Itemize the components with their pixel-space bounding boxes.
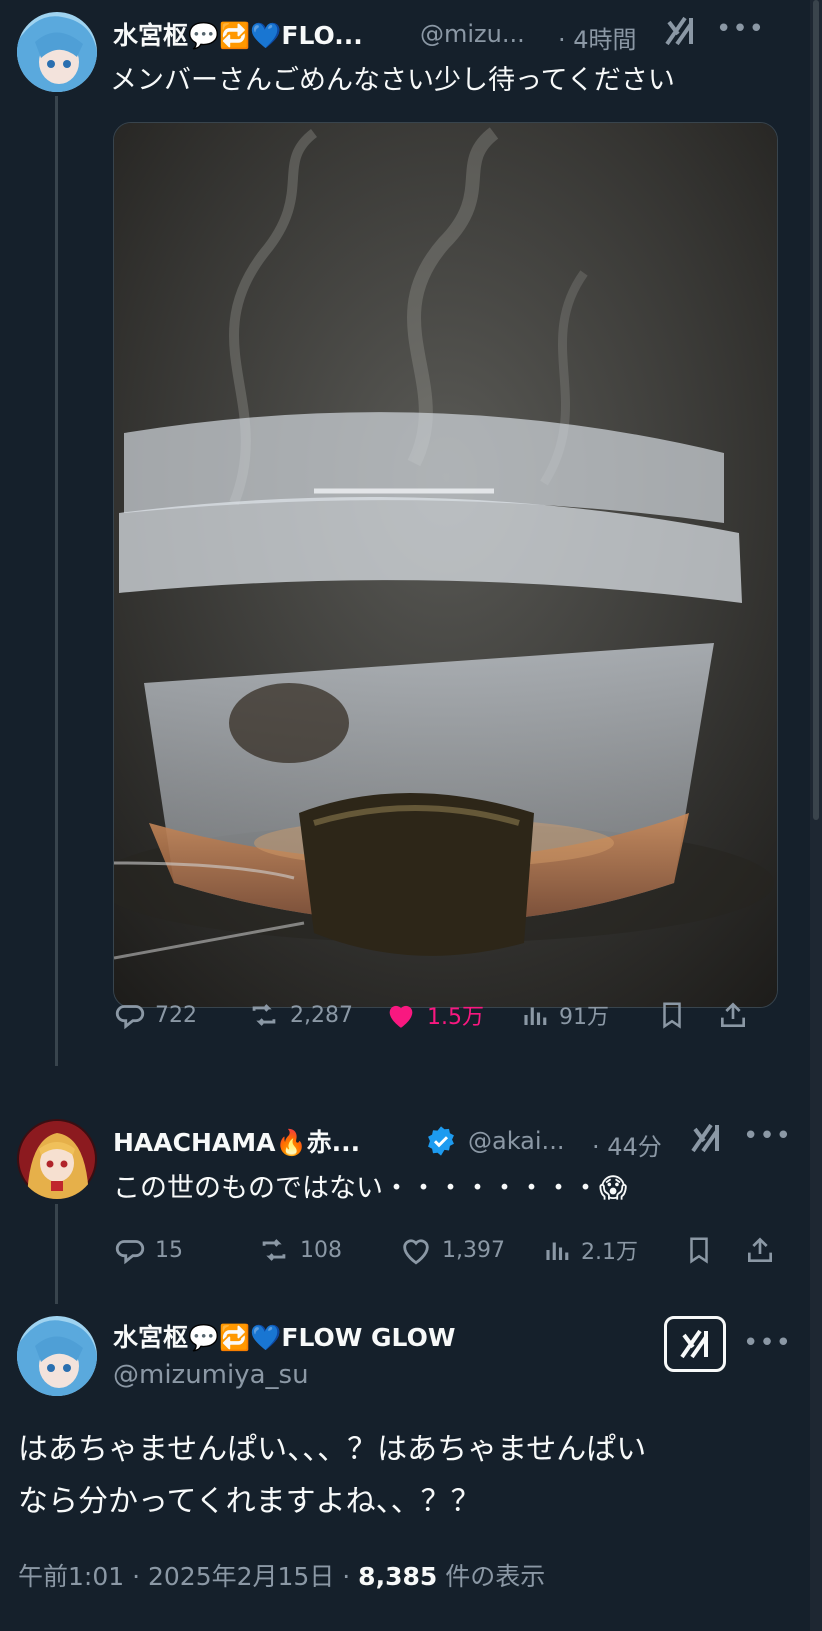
views-count: 2.1万 xyxy=(581,1240,638,1265)
tweet-actions: 15 108 1,397 2.1万 xyxy=(113,1228,778,1272)
avatar[interactable] xyxy=(17,12,97,92)
views-count: 91万 xyxy=(559,1005,609,1030)
repost-button[interactable]: 108 xyxy=(256,1228,342,1272)
repost-button[interactable]: 2,287 xyxy=(246,993,353,1037)
grok-button[interactable] xyxy=(664,1316,726,1372)
repost-icon xyxy=(252,1004,276,1026)
reply-count: 722 xyxy=(155,1002,197,1028)
display-name[interactable]: 水宮枢💬🔁💙FLO... xyxy=(113,16,363,52)
display-name[interactable]: HAACHAMA🔥赤... xyxy=(113,1123,360,1159)
display-name[interactable]: 水宮枢💬🔁💙FLOW GLOW xyxy=(113,1318,455,1354)
timestamp[interactable]: · 44分 xyxy=(592,1127,662,1162)
like-count: 1,397 xyxy=(442,1237,505,1263)
tweet-text: メンバーさんごめんなさい少し待ってください xyxy=(110,65,675,96)
share-icon xyxy=(748,1237,772,1262)
tweet-header: HAACHAMA🔥赤... xyxy=(113,1121,360,1161)
repost-icon xyxy=(262,1239,286,1261)
reply-button[interactable]: 15 xyxy=(113,1228,183,1272)
bookmark-button[interactable] xyxy=(684,1228,722,1272)
view-label: 件の表示 xyxy=(437,1562,546,1591)
more-icon[interactable]: ••• xyxy=(716,14,765,44)
tweet-actions: 722 2,287 1.5万 91万 xyxy=(113,993,778,1037)
more-icon[interactable]: ••• xyxy=(743,1121,792,1151)
thread-line xyxy=(55,1204,58,1304)
bookmark-button[interactable] xyxy=(657,993,695,1037)
views-button[interactable]: 2.1万 xyxy=(543,1228,638,1272)
timestamp[interactable]: · 4時間 xyxy=(558,20,637,55)
views-icon xyxy=(524,1007,547,1025)
scrollbar[interactable] xyxy=(810,0,822,1631)
views-icon xyxy=(546,1242,569,1260)
tweet-meta: 午前1:01 · 2025年2月15日 · 8,385 件の表示 xyxy=(18,1557,545,1593)
share-button[interactable] xyxy=(744,1228,784,1272)
tweet-text: この世のものではない・・・・・・・・😱 xyxy=(113,1173,628,1204)
like-icon xyxy=(389,1005,413,1028)
tweet-header: 水宮枢💬🔁💙FLO... xyxy=(113,14,363,54)
grok-icon[interactable] xyxy=(663,14,697,48)
main-tweet-line: はあちゃませんぱい、、、？はあちゃませんぱい xyxy=(18,1432,647,1467)
tweet-header: 水宮枢💬🔁💙FLOW GLOW xyxy=(113,1316,455,1356)
grok-icon xyxy=(680,1329,708,1359)
repost-count: 2,287 xyxy=(290,1002,353,1028)
handle[interactable]: @mizumiya_su xyxy=(113,1360,309,1390)
grok-icon[interactable] xyxy=(689,1121,723,1155)
views-button[interactable]: 91万 xyxy=(521,993,609,1037)
reply-count: 15 xyxy=(155,1237,183,1263)
like-button[interactable]: 1.5万 xyxy=(383,993,484,1037)
handle[interactable]: @akai... xyxy=(468,1127,564,1155)
handle[interactable]: @mizu... xyxy=(420,20,525,48)
page: 水宮枢💬🔁💙FLO... @mizu... · 4時間 ••• メンバーさんごめ… xyxy=(0,0,822,1631)
thread-line xyxy=(55,96,58,1066)
like-icon xyxy=(403,1239,429,1265)
scrollbar-thumb[interactable] xyxy=(813,0,819,820)
bookmark-icon xyxy=(663,1002,681,1029)
like-button[interactable]: 1,397 xyxy=(398,1228,505,1272)
avatar[interactable] xyxy=(17,1316,97,1396)
main-tweet-line: なら分かってくれますよね、、？？ xyxy=(18,1484,481,1519)
verified-icon xyxy=(425,1125,457,1157)
view-count[interactable]: 8,385 xyxy=(358,1562,437,1591)
more-icon[interactable]: ••• xyxy=(743,1328,792,1358)
share-button[interactable] xyxy=(717,993,757,1037)
bookmark-icon xyxy=(690,1237,708,1264)
like-count: 1.5万 xyxy=(427,1005,484,1030)
repost-count: 108 xyxy=(300,1237,342,1263)
post-timestamp[interactable]: 午前1:01 · 2025年2月15日 · xyxy=(18,1562,358,1591)
tweet-image[interactable] xyxy=(113,122,778,1008)
reply-icon xyxy=(115,1240,145,1265)
share-icon xyxy=(721,1002,745,1027)
reply-icon xyxy=(115,1005,145,1030)
avatar[interactable] xyxy=(17,1119,97,1199)
reply-button[interactable]: 722 xyxy=(113,993,197,1037)
main-tweet-text: はあちゃませんぱい、、、？はあちゃませんぱい なら分かってくれますよね、、？？ xyxy=(18,1424,788,1528)
